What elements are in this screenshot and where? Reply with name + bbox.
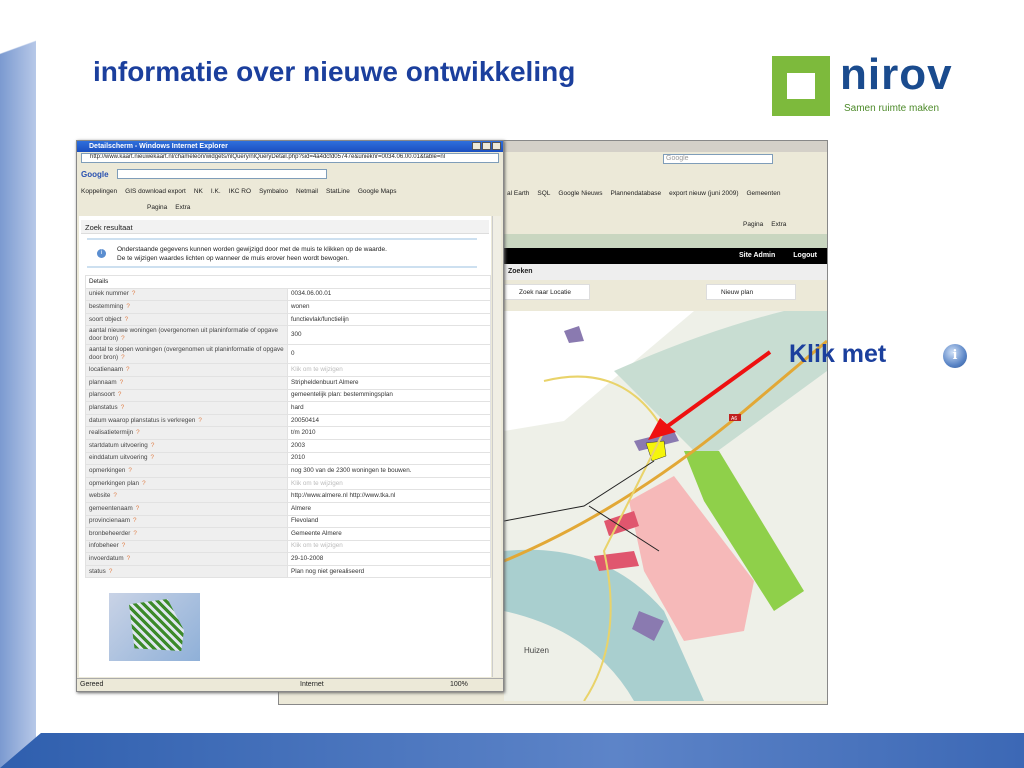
annotation-arrow bbox=[648, 350, 772, 440]
annotation-text: Klik met bbox=[789, 340, 887, 368]
info-icon: i bbox=[943, 344, 967, 368]
